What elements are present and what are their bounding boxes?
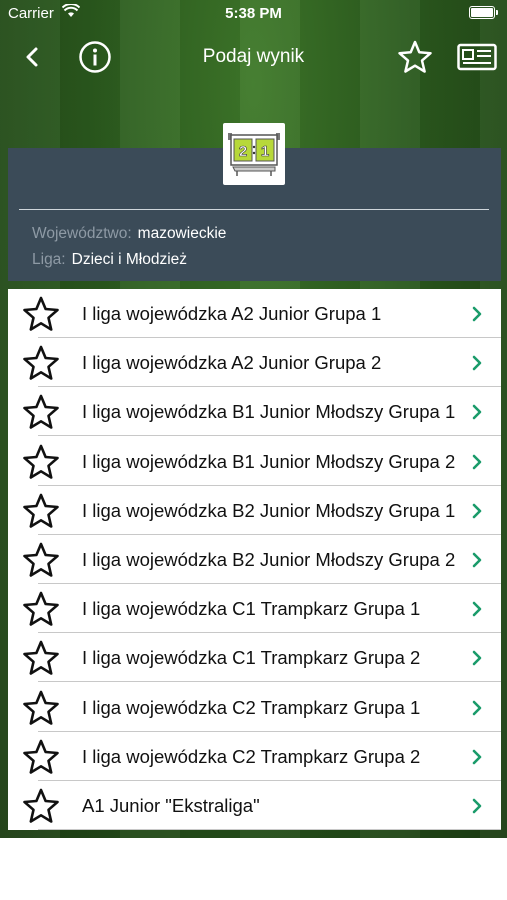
- list-item-label: I liga wojewódzka C2 Trampkarz Grupa 2: [76, 732, 456, 781]
- list-item-label: I liga wojewódzka C1 Trampkarz Grupa 1: [76, 584, 456, 633]
- star-icon[interactable]: [22, 443, 60, 481]
- liga-label: Liga:: [32, 251, 66, 268]
- list-item-label: I liga wojewódzka C2 Trampkarz Grupa 1: [76, 683, 456, 732]
- league-list: I liga wojewódzka A2 Junior Grupa 1 I lig…: [8, 289, 501, 830]
- list-item-text: I liga wojewódzka C1 Trampkarz Grupa 1: [82, 598, 421, 620]
- scoreboard-logo: 2 1: [223, 123, 285, 185]
- star-icon[interactable]: [22, 344, 60, 382]
- chevron-right-icon: [472, 651, 482, 666]
- header-divider: [19, 209, 489, 210]
- news-icon[interactable]: [457, 43, 497, 71]
- list-item-text: I liga wojewódzka B2 Junior Młodszy Grup…: [82, 499, 456, 521]
- list-item[interactable]: I liga wojewódzka B1 Junior Młodszy Grup…: [8, 387, 501, 437]
- list-item-text: I liga wojewódzka C1 Trampkarz Grupa 2: [82, 647, 421, 669]
- list-item-text: I liga wojewódzka C2 Trampkarz Grupa 1: [82, 696, 421, 718]
- chevron-right-icon: [472, 306, 482, 322]
- list-item[interactable]: I liga wojewódzka C1 Trampkarz Grupa 1: [8, 584, 501, 634]
- star-icon[interactable]: [22, 393, 60, 431]
- star-icon[interactable]: [22, 295, 60, 333]
- list-item-label: I liga wojewódzka A2 Junior Grupa 2: [76, 338, 456, 387]
- chevron-right-icon: [472, 405, 482, 420]
- chevron-right-icon: [472, 355, 482, 371]
- list-item[interactable]: I liga wojewódzka B2 Junior Młodszy Grup…: [8, 535, 501, 584]
- star-icon[interactable]: [22, 541, 60, 579]
- wojewodztwo-value: mazowieckie: [137, 225, 227, 242]
- chevron-right-icon: [472, 503, 482, 519]
- list-item-text: I liga wojewódzka C2 Trampkarz Grupa 2: [82, 745, 421, 767]
- liga-value: Dzieci i Młodzież: [71, 251, 188, 268]
- list-item[interactable]: I liga wojewódzka C2 Trampkarz Grupa 2: [8, 732, 501, 781]
- wojewodztwo-label: Województwo:: [32, 225, 132, 242]
- favorite-star-icon[interactable]: [397, 39, 433, 75]
- list-item-label: I liga wojewódzka A2 Junior Grupa 1: [76, 289, 456, 338]
- star-icon[interactable]: [22, 787, 60, 825]
- status-bar: Carrier 5:38 PM: [0, 0, 507, 28]
- list-item-label: I liga wojewódzka B1 Junior Młodszy Grup…: [76, 437, 456, 486]
- list-item-label: I liga wojewódzka B1 Junior Młodszy Grup…: [76, 387, 456, 436]
- list-item-label: A1 Junior "Ekstraliga": [76, 781, 456, 830]
- clock: 5:38 PM: [225, 5, 282, 22]
- list-item[interactable]: I liga wojewódzka A2 Junior Grupa 2: [8, 338, 501, 388]
- list-item-label: I liga wojewódzka B2 Junior Młodszy Grup…: [76, 535, 456, 584]
- star-icon[interactable]: [22, 738, 60, 776]
- liga-row: Liga: Dzieci i Młodzież: [32, 251, 187, 269]
- chevron-right-icon: [472, 700, 482, 715]
- list-item[interactable]: A1 Junior "Ekstraliga": [8, 781, 501, 830]
- list-item-text: I liga wojewódzka A2 Junior Grupa 2: [82, 352, 382, 374]
- list-item[interactable]: I liga wojewódzka B2 Junior Młodszy Grup…: [8, 486, 501, 535]
- list-item[interactable]: I liga wojewódzka C2 Trampkarz Grupa 1: [8, 683, 501, 732]
- list-item[interactable]: I liga wojewódzka A2 Junior Grupa 1: [8, 289, 501, 338]
- star-icon[interactable]: [22, 639, 60, 677]
- chevron-right-icon: [472, 552, 482, 568]
- battery-icon: [469, 6, 498, 19]
- chevron-right-icon: [472, 454, 482, 469]
- star-icon[interactable]: [22, 590, 60, 628]
- scoreboard-right: 1: [261, 143, 269, 160]
- navigation-bar: Podaj wynik: [0, 34, 507, 80]
- list-item-label: I liga wojewódzka B2 Junior Młodszy Grup…: [76, 486, 456, 535]
- chevron-right-icon: [472, 749, 482, 765]
- scoreboard-left: 2: [239, 143, 247, 160]
- list-item-label: I liga wojewódzka C1 Trampkarz Grupa 2: [76, 633, 456, 682]
- star-icon[interactable]: [22, 492, 60, 530]
- chevron-right-icon: [472, 798, 482, 814]
- list-item-text: I liga wojewódzka B1 Junior Młodszy Grup…: [82, 450, 456, 472]
- wojewodztwo-row: Województwo: mazowieckie: [32, 225, 226, 243]
- list-item-text: I liga wojewódzka B1 Junior Młodszy Grup…: [82, 401, 456, 423]
- list-item-text: A1 Junior "Ekstraliga": [82, 795, 260, 816]
- chevron-right-icon: [472, 601, 482, 617]
- star-icon[interactable]: [22, 689, 60, 727]
- list-item[interactable]: I liga wojewódzka B1 Junior Młodszy Grup…: [8, 437, 501, 486]
- list-item-text: I liga wojewódzka B2 Junior Młodszy Grup…: [82, 549, 456, 570]
- scoreboard-icon: 2 1: [228, 133, 280, 176]
- row-divider: [38, 829, 501, 830]
- list-item[interactable]: I liga wojewódzka C1 Trampkarz Grupa 2: [8, 633, 501, 683]
- list-item-text: I liga wojewódzka A2 Junior Grupa 1: [82, 303, 382, 324]
